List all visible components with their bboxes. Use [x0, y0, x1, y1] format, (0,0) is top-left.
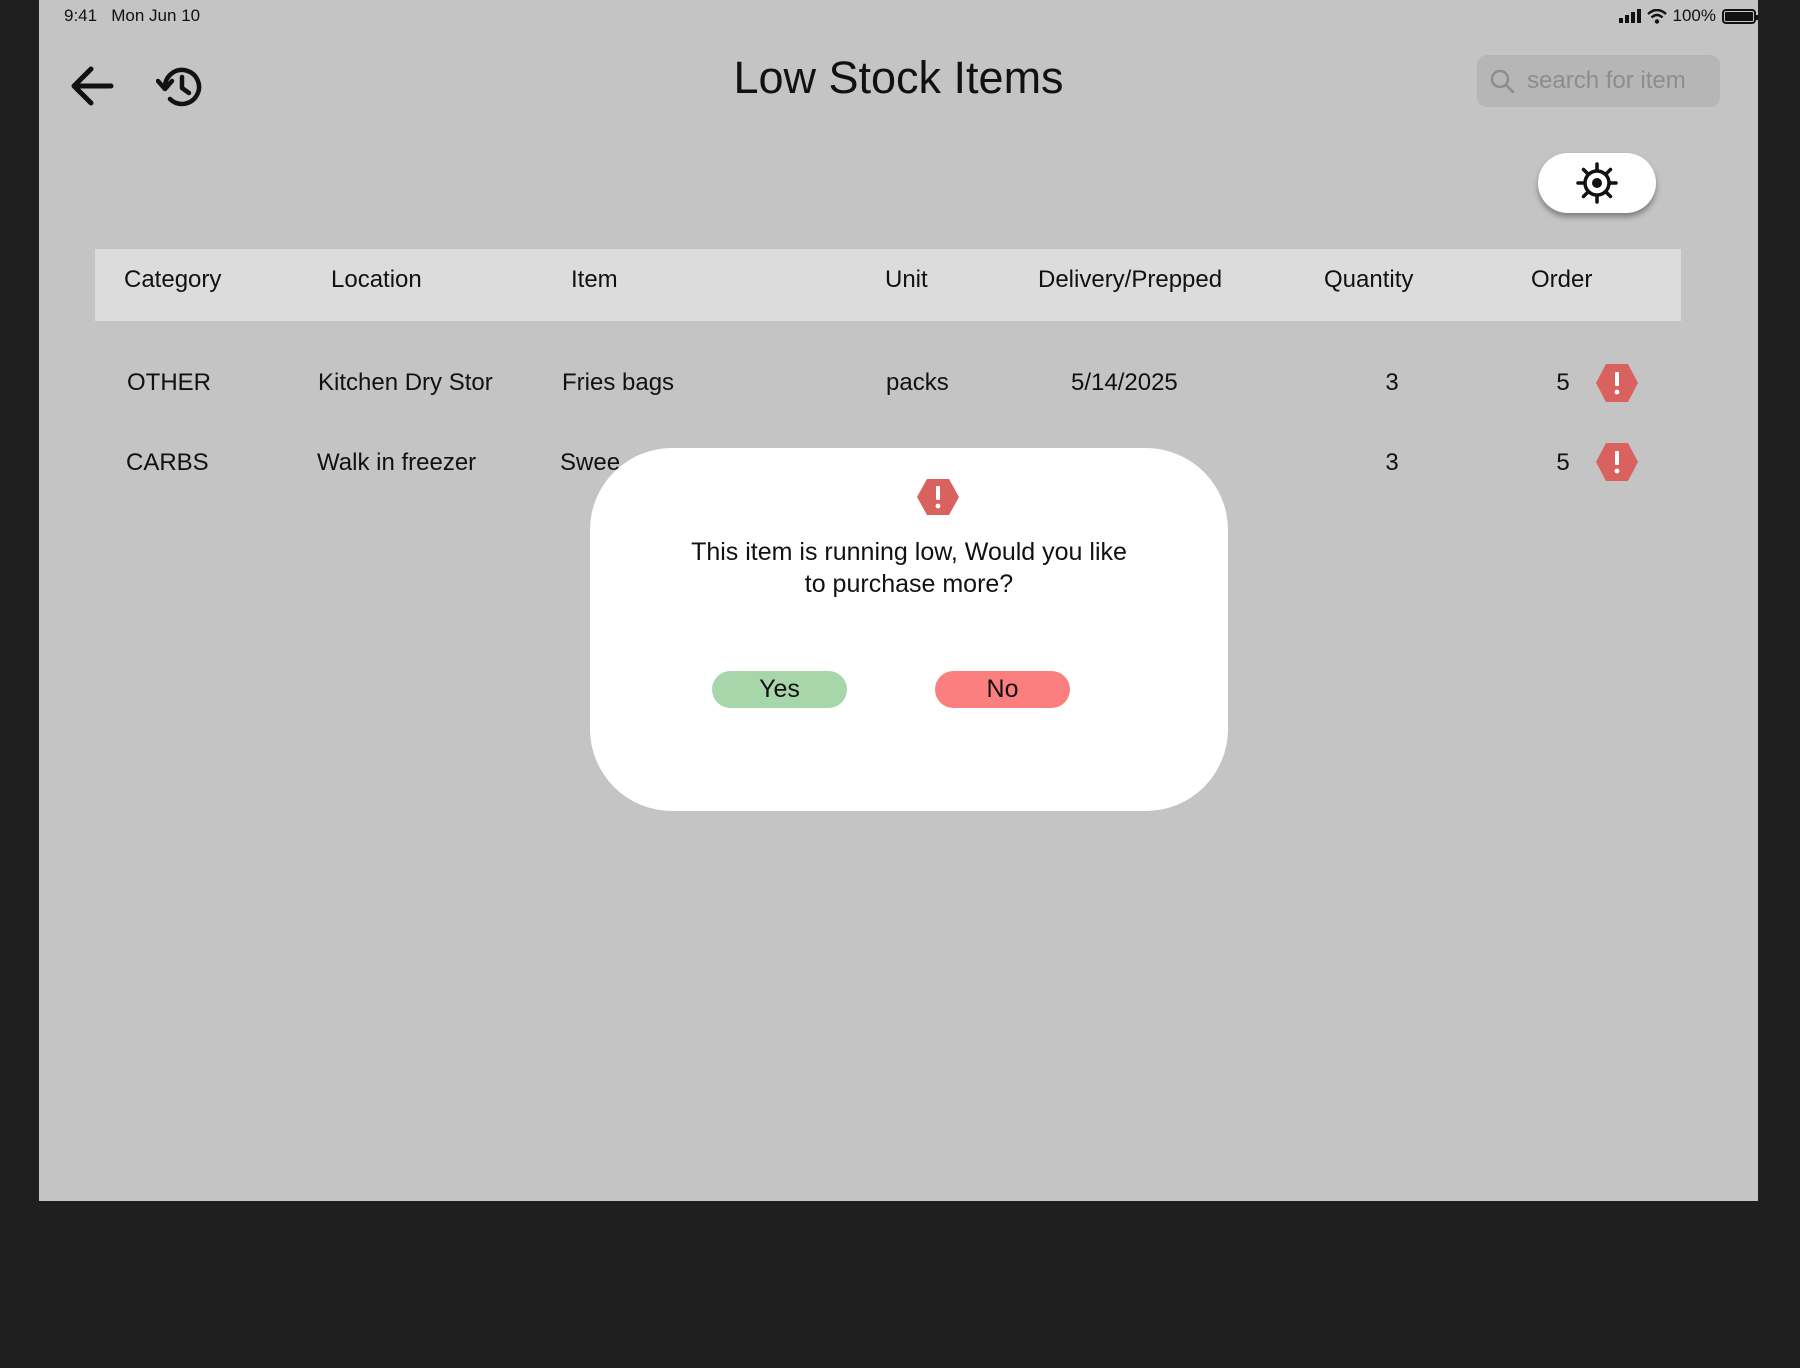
- column-header-category: Category: [124, 266, 222, 293]
- low-stock-dialog: This item is running low, Would you like…: [590, 448, 1228, 811]
- yes-button[interactable]: Yes: [712, 671, 847, 708]
- cell-location: Kitchen Dry Stor: [318, 369, 493, 396]
- alert-hexagon-icon[interactable]: [1595, 442, 1639, 482]
- status-date: Mon Jun 10: [111, 6, 201, 25]
- battery-percent: 100%: [1672, 6, 1716, 25]
- dialog-message-line1: This item is running low, Would you like: [691, 538, 1127, 566]
- search-input[interactable]: [1525, 66, 1719, 96]
- dialog-message-line2: to purchase more?: [804, 570, 1014, 598]
- cell-item: Fries bags: [562, 369, 675, 396]
- cell-quantity: 3: [1385, 369, 1399, 396]
- status-time: 9:41: [64, 6, 98, 25]
- signal-icon: [1618, 9, 1641, 23]
- gear-icon: [1576, 162, 1618, 204]
- cell-order: 5: [1556, 369, 1570, 396]
- cell-quantity: 3: [1385, 449, 1399, 476]
- status-bar-left: 9:41 Mon Jun 10: [64, 6, 200, 26]
- cell-category: CARBS: [126, 449, 209, 476]
- column-header-delivery: Delivery/Prepped: [1038, 266, 1223, 293]
- search-bar[interactable]: [1477, 55, 1720, 107]
- column-header-unit: Unit: [885, 266, 928, 293]
- cell-location: Walk in freezer: [317, 449, 477, 476]
- alert-hexagon-icon[interactable]: [1595, 363, 1639, 403]
- no-button[interactable]: No: [935, 671, 1070, 708]
- cell-category: OTHER: [127, 369, 211, 396]
- column-header-order: Order: [1531, 266, 1593, 293]
- column-header-location: Location: [331, 266, 422, 293]
- column-header-quantity: Quantity: [1324, 266, 1414, 293]
- wifi-icon: [1646, 8, 1667, 24]
- app-screen: 9:41 Mon Jun 10 100% Low Stock Items sea…: [39, 0, 1758, 1201]
- search-icon: [1490, 69, 1515, 94]
- cell-unit: packs: [886, 369, 949, 396]
- status-bar-right: 100%: [1618, 6, 1758, 26]
- cell-delivery-date: 5/14/2025: [1071, 369, 1178, 396]
- settings-button[interactable]: [1538, 153, 1656, 213]
- column-header-item: Item: [571, 266, 618, 293]
- battery-icon: [1722, 8, 1758, 24]
- alert-hexagon-icon: [917, 479, 959, 515]
- cell-order: 5: [1556, 449, 1570, 476]
- dialog-message: This item is running low, Would you like…: [590, 536, 1228, 600]
- cell-item: Swee: [560, 449, 621, 476]
